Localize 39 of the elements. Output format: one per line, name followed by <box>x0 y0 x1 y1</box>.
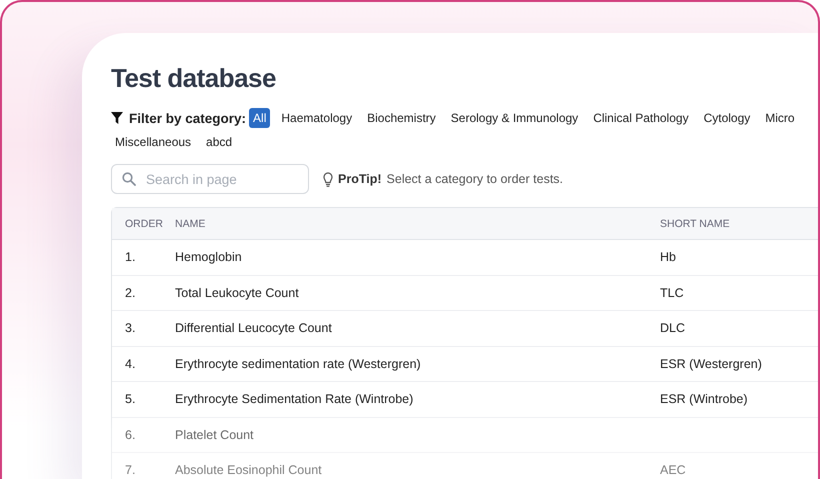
category-tab[interactable]: abcd <box>202 132 236 152</box>
table-cell: Erythrocyte sedimentation rate (Westergren) <box>174 346 659 382</box>
protip-label: ProTip! <box>338 172 382 186</box>
protip-text: Select a category to order tests. <box>386 172 564 186</box>
column-header: ORDER <box>112 208 174 240</box>
category-tab[interactable]: Clinical Pathology <box>589 108 693 128</box>
column-header: NAME <box>174 208 659 240</box>
table-cell: 5. <box>112 382 174 418</box>
table-cell: 4. <box>112 346 174 382</box>
table-cell: Erythrocyte Sedimentation Rate (Wintrobe) <box>174 382 659 418</box>
table-cell: ESR (Wintrobe) <box>659 382 818 418</box>
category-tab[interactable]: Cytology <box>700 108 754 128</box>
table-cell: Platelet Count <box>174 418 659 453</box>
page-title: Test database <box>111 63 277 94</box>
table-cell: Absolute Eosinophil Count <box>174 453 659 479</box>
filter-icon <box>111 112 123 124</box>
table-cell: AEC <box>659 453 818 479</box>
table-cell: 1. <box>112 240 174 276</box>
table-cell: Hb <box>659 240 818 276</box>
table-cell: DLC <box>659 311 818 346</box>
lightbulb-icon <box>323 172 333 186</box>
table-cell: 7. <box>112 453 174 479</box>
table-cell: TLC <box>659 276 818 311</box>
category-tab[interactable]: Serology & Immunology <box>446 108 582 128</box>
table-cell: 2. <box>112 276 174 311</box>
category-tab[interactable]: Micro <box>761 108 799 128</box>
table-cell: Hemoglobin <box>174 240 659 276</box>
category-tab[interactable]: Biochemistry <box>363 108 440 128</box>
table-cell: 3. <box>112 311 174 346</box>
table-cell: ESR (Westergren) <box>659 346 818 382</box>
table-cell: Total Leukocyte Count <box>174 276 659 311</box>
category-tab[interactable]: All <box>249 108 270 128</box>
filter-label: Filter by category: <box>129 110 246 126</box>
column-header: SHORT NAME <box>659 208 818 240</box>
category-tab[interactable]: Miscellaneous <box>111 132 196 152</box>
category-tab[interactable]: Haematology <box>277 108 356 128</box>
search-field[interactable]: Search in page <box>111 164 309 194</box>
table-cell: Differential Leucocyte Count <box>174 311 659 346</box>
table-cell: 6. <box>112 418 174 453</box>
